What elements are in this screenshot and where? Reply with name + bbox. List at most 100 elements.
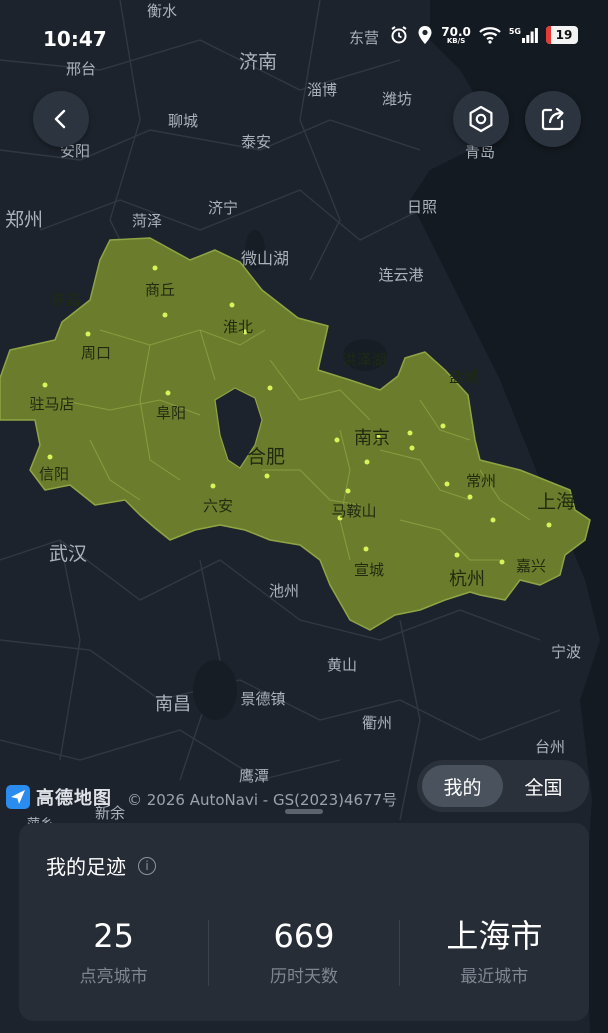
city-dot xyxy=(407,430,413,436)
city-dot xyxy=(264,473,270,479)
map-label: 常州 xyxy=(466,472,496,490)
network-speed: 70.0 KB/S xyxy=(441,26,471,45)
stats-row: 25 点亮城市 669 历时天数 上海市 最近城市 xyxy=(19,917,589,988)
stat-lit-cities: 25 点亮城市 xyxy=(19,917,208,988)
wifi-icon xyxy=(479,27,501,44)
map-label: 武汉 xyxy=(49,543,87,565)
network-speed-unit: KB/S xyxy=(446,36,466,45)
map-label: 盐城 xyxy=(449,368,479,386)
city-dot xyxy=(467,494,473,500)
panel-title-row: 我的足迹 i xyxy=(46,851,156,880)
map-label: 池州 xyxy=(269,582,299,600)
map-label: 嘉兴 xyxy=(516,557,546,575)
map-label: 宣城 xyxy=(354,561,384,579)
lake-poyang xyxy=(193,660,237,720)
stat-value: 25 xyxy=(93,917,135,955)
city-dot xyxy=(546,522,552,528)
city-dot xyxy=(210,483,216,489)
map-label: 洪泽湖 xyxy=(341,351,386,369)
map-label: 泰安 xyxy=(241,133,271,151)
stat-recent-city: 上海市 最近城市 xyxy=(400,917,589,988)
city-dot xyxy=(152,265,158,271)
cellular-signal-icon: 5G xyxy=(509,27,538,43)
toggle-all[interactable]: 全国 xyxy=(503,765,584,807)
map-label: 台州 xyxy=(535,738,565,756)
city-dot xyxy=(165,390,171,396)
footprint-panel: 我的足迹 i 25 点亮城市 669 历时天数 上海市 最近城市 xyxy=(19,823,589,1021)
navigation-arrow-icon xyxy=(11,790,25,804)
map-label: 上海 xyxy=(537,491,575,513)
amap-logo-icon xyxy=(6,785,30,809)
map-label: 景德镇 xyxy=(240,690,285,708)
map-label: 六安 xyxy=(203,497,233,515)
map-label: 菏泽 xyxy=(132,212,162,230)
map-label: 潍坊 xyxy=(382,90,412,108)
location-icon xyxy=(418,26,432,44)
back-button[interactable] xyxy=(33,91,89,147)
map-label: 淄博 xyxy=(307,81,337,99)
scope-toggle: 我的 全国 xyxy=(417,760,589,812)
city-dot xyxy=(409,445,415,451)
map-label: 连云港 xyxy=(378,266,423,284)
alarm-icon xyxy=(391,26,407,44)
map-label: 阜阳 xyxy=(156,404,186,422)
gear-icon xyxy=(469,105,493,133)
map-label: 聊城 xyxy=(168,112,198,130)
stat-value: 上海市 xyxy=(446,917,543,955)
network-speed-value: 70.0 xyxy=(441,24,471,39)
status-bar: 10:47 70.0 KB/S 5G 19 xyxy=(0,0,608,80)
map-label: 郑州 xyxy=(5,209,43,231)
city-dot xyxy=(454,552,460,558)
city-dot xyxy=(229,302,235,308)
map-copyright: © 2026 AutoNavi - GS(2023)4677号 xyxy=(127,791,398,809)
panel-title: 我的足迹 xyxy=(46,855,126,879)
map-label: 南昌 xyxy=(155,694,191,715)
amap-logo: 高德地图 xyxy=(6,784,112,810)
stat-value: 669 xyxy=(273,917,335,955)
map-label: 宁波 xyxy=(551,643,581,661)
map-label: 黄山 xyxy=(327,656,357,674)
amap-logo-text: 高德地图 xyxy=(36,788,112,809)
city-dot xyxy=(334,437,340,443)
city-dot xyxy=(490,517,496,523)
toggle-mine[interactable]: 我的 xyxy=(422,765,503,807)
map-label: 南京 xyxy=(354,428,390,449)
city-dot xyxy=(267,385,273,391)
city-dot xyxy=(162,312,168,318)
map-label: 商丘 xyxy=(145,281,175,299)
stat-label: 最近城市 xyxy=(460,967,529,988)
map-label: 马鞍山 xyxy=(331,502,376,520)
signal-bars-icon xyxy=(522,28,538,43)
map-label: 许昌 xyxy=(51,291,81,309)
stat-label: 历时天数 xyxy=(269,967,338,988)
drag-handle[interactable] xyxy=(285,809,323,814)
chevron-left-icon xyxy=(54,109,66,129)
map-label: 衢州 xyxy=(362,714,392,732)
map-label: 杭州 xyxy=(449,569,485,590)
map-label: 淮北 xyxy=(223,318,253,336)
cellular-label: 5G xyxy=(508,27,521,36)
city-dot xyxy=(444,481,450,487)
share-button[interactable] xyxy=(525,91,581,147)
battery-level: 19 xyxy=(555,28,573,42)
map-label: 日照 xyxy=(407,198,437,216)
map-label: 信阳 xyxy=(39,465,69,483)
city-dot xyxy=(364,459,370,465)
city-dot xyxy=(440,423,446,429)
map-label: 周口 xyxy=(81,344,111,362)
city-dot xyxy=(42,382,48,388)
map-label: 鹰潭 xyxy=(239,767,269,785)
city-dot xyxy=(85,331,91,337)
map-label: 合肥 xyxy=(247,446,285,468)
map-label: 驻马店 xyxy=(29,395,74,413)
battery-icon: 19 xyxy=(546,26,578,44)
share-icon xyxy=(541,107,564,131)
map-label: 微山湖 xyxy=(241,249,289,268)
city-dot xyxy=(345,488,351,494)
city-dot xyxy=(363,546,369,552)
settings-button[interactable] xyxy=(453,91,509,147)
stat-label: 点亮城市 xyxy=(79,967,148,988)
status-time: 10:47 xyxy=(43,27,107,51)
status-icons: 70.0 KB/S 5G 19 xyxy=(389,25,578,45)
info-icon[interactable]: i xyxy=(138,856,156,875)
